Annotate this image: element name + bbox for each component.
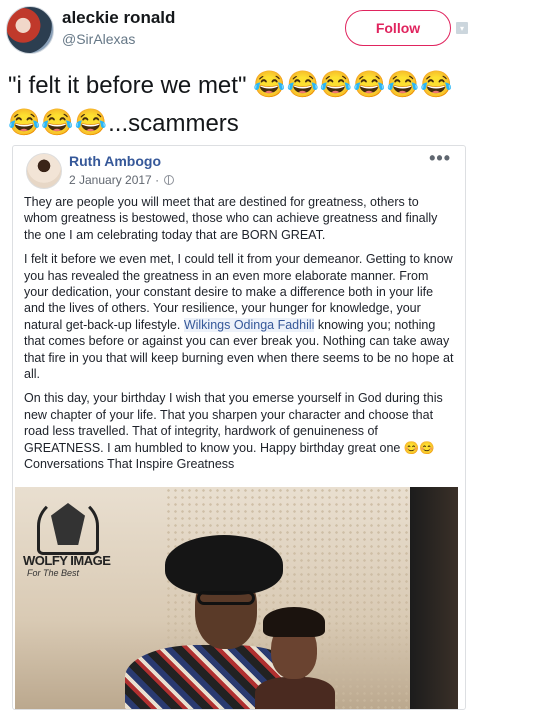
follow-button[interactable]: Follow [345, 10, 451, 46]
emoji-row-1: 😂😂😂😂😂😂 [253, 69, 454, 99]
mention-link[interactable]: Wilkings Odinga Fadhili [183, 317, 315, 332]
post-paragraph-1: They are people you will meet that are d… [24, 195, 438, 242]
display-name[interactable]: aleckie ronald [62, 8, 175, 28]
user-handle[interactable]: @SirAlexas [62, 31, 135, 47]
avatar[interactable] [6, 6, 54, 54]
tweet-text-end: ...scammers [108, 110, 239, 137]
post-paragraph-3: On this day, your birthday I wish that y… [24, 390, 454, 472]
post-body: They are people you will meet that are d… [24, 194, 454, 481]
logo-title: WOLFY IMAGE [23, 553, 111, 568]
more-icon[interactable]: ••• [429, 148, 451, 169]
post-paragraph-2: I felt it before we even met, I could te… [24, 251, 454, 382]
wolfy-image-logo: WOLFY IMAGE For The Best [23, 497, 113, 587]
caret-icon[interactable]: ▾ [456, 22, 468, 34]
post-photo[interactable]: WOLFY IMAGE For The Best [15, 487, 458, 709]
facebook-post-card: Ruth Ambogo 2 January 2017 · ••• They ar… [12, 145, 466, 710]
photo-person-woman [255, 607, 335, 709]
logo-subtitle: For The Best [27, 568, 80, 578]
p3-text-a: On this day, your birthday I wish that y… [24, 391, 443, 455]
photo-curtain [410, 487, 458, 709]
post-author-name[interactable]: Ruth Ambogo [69, 153, 161, 169]
tweet-header: aleckie ronald @SirAlexas Follow ▾ [0, 0, 540, 60]
post-author-avatar[interactable] [26, 153, 62, 189]
tweet-text: "i felt it before we met" 😂😂😂😂😂😂 😂😂😂...s… [8, 66, 538, 142]
tweet-quote: "i felt it before we met" [8, 72, 254, 99]
emoji-row-2: 😂😂😂 [8, 107, 109, 137]
post-date[interactable]: 2 January 2017 · [69, 173, 175, 187]
post-date-text: 2 January 2017 · [69, 173, 163, 187]
globe-icon [164, 175, 175, 185]
p3-text-b: Conversations That Inspire Greatness [24, 457, 235, 472]
